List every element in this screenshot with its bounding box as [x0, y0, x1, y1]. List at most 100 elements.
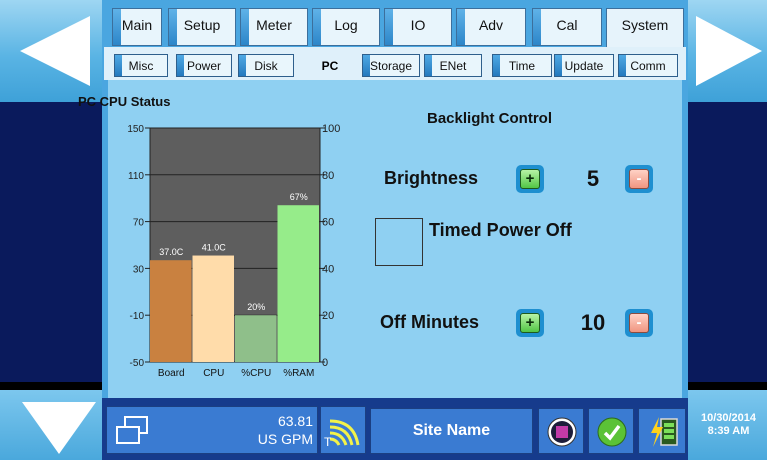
subtab-power[interactable]: Power — [176, 54, 232, 77]
signal-strength-icon — [329, 419, 360, 446]
subtab-time[interactable]: Time — [492, 54, 552, 77]
left-tick-label: 70 — [133, 218, 145, 229]
flow-value: 63.81 — [277, 413, 313, 429]
right-tick-label: 0 — [322, 357, 328, 369]
subtab-label: Comm — [630, 59, 666, 73]
flow-unit: US GPM — [257, 431, 313, 447]
subtab-label: Power — [186, 59, 221, 73]
main-tab-bar: Main Setup Meter Log IO Adv Cal System — [106, 8, 686, 48]
bar-data-label: 20% — [247, 302, 265, 312]
subtab-update[interactable]: Update — [554, 54, 614, 77]
subtab-disk[interactable]: Disk — [238, 54, 294, 77]
subtab-label: Storage — [369, 59, 413, 73]
subtab-storage[interactable]: Storage — [362, 54, 420, 77]
right-tick-label: 20 — [322, 310, 334, 322]
signal-status-button[interactable]: T — [320, 406, 366, 454]
tab-accent — [533, 9, 541, 45]
tab-io[interactable]: IO — [384, 8, 452, 46]
tab-label: Setup — [183, 17, 221, 33]
back-arrow-button[interactable] — [14, 12, 94, 90]
tab-main[interactable]: Main — [112, 8, 162, 46]
sub-tab-bar: Misc Power Disk PC Storage ENet Time Update Comm — [104, 47, 686, 80]
left-tick-label: 30 — [133, 264, 145, 275]
category-label: %RAM — [283, 368, 314, 379]
subtab-misc[interactable]: Misc — [114, 54, 168, 77]
left-spacer — [0, 102, 102, 382]
date-text: 10/30/2014 — [700, 412, 757, 424]
tab-label: IO — [410, 17, 426, 33]
down-arrow-button[interactable] — [16, 394, 100, 456]
right-tick-label: 40 — [322, 263, 334, 275]
backlight-title: Backlight Control — [427, 110, 553, 127]
battery-charging-icon — [651, 417, 678, 447]
bar-data-label: 37.0C — [159, 247, 184, 257]
tab-cal[interactable]: Cal — [532, 8, 602, 46]
tab-adv[interactable]: Adv — [456, 8, 526, 46]
plus-icon: + — [520, 169, 540, 189]
category-label: CPU — [203, 368, 224, 379]
subtab-label: Update — [564, 59, 604, 73]
subtab-accent — [493, 55, 500, 76]
time-text: 8:39 AM — [707, 425, 750, 437]
subtab-accent — [555, 55, 562, 76]
tab-label: Cal — [556, 17, 578, 33]
tab-label: Meter — [256, 17, 292, 33]
subtab-enet[interactable]: ENet — [424, 54, 482, 77]
forward-arrow-button[interactable] — [692, 12, 764, 90]
off-minutes-label: Off Minutes — [380, 312, 479, 332]
signal-label: T — [324, 435, 332, 449]
tab-accent — [385, 9, 393, 45]
subtab-accent — [363, 55, 370, 76]
left-tick-label: -10 — [130, 311, 145, 322]
flow-readout[interactable]: 63.81 US GPM — [106, 406, 318, 454]
off-minutes-increase-button[interactable]: + — [516, 309, 544, 337]
left-column — [0, 0, 102, 460]
date-time-display: 10/30/2014 8:39 AM — [690, 404, 767, 454]
subtab-accent — [115, 55, 122, 76]
power-status-button[interactable] — [638, 408, 686, 454]
left-tick-label: 110 — [128, 171, 144, 182]
right-spacer — [688, 102, 767, 382]
subtab-label: ENet — [439, 59, 467, 73]
subtab-label: Misc — [128, 59, 154, 73]
right-tick-label: 100 — [322, 123, 340, 135]
subtab-accent — [425, 55, 432, 76]
cpu-status-chart: 150 110 70 30 -10 -50 100 80 60 40 20 0 37.0C Board 41… — [127, 123, 340, 379]
category-label: Board — [158, 368, 185, 379]
tab-accent — [241, 9, 249, 45]
screen: Main Setup Meter Log IO Adv Cal System Misc Powe… — [0, 0, 767, 460]
minus-icon: - — [629, 313, 649, 333]
brightness-decrease-button[interactable]: - — [625, 165, 653, 193]
right-tick-label: 80 — [322, 170, 334, 182]
tab-label: System — [621, 17, 669, 33]
tab-system[interactable]: System — [606, 8, 684, 48]
tab-meter[interactable]: Meter — [240, 8, 308, 46]
status-ok-button[interactable] — [588, 408, 634, 454]
tab-log[interactable]: Log — [312, 8, 380, 46]
bar-data-label: 41.0C — [202, 243, 227, 253]
checkmark-icon — [597, 417, 627, 447]
site-name-button[interactable]: Site Name — [370, 408, 533, 454]
subtab-label: Time — [508, 59, 536, 73]
timed-power-off-checkbox[interactable] — [375, 218, 423, 266]
brightness-increase-button[interactable]: + — [516, 165, 544, 193]
tab-label: Log — [334, 17, 358, 33]
stop-icon — [547, 417, 577, 447]
stop-button[interactable] — [538, 408, 584, 454]
bar-data-label: 67% — [290, 192, 308, 202]
tab-setup[interactable]: Setup — [168, 8, 236, 46]
display-windows-icon — [116, 416, 148, 444]
left-tick-label: 150 — [127, 124, 144, 135]
right-column — [688, 0, 767, 460]
right-tick-label: 60 — [322, 217, 334, 229]
timed-power-off-label: Timed Power Off — [429, 220, 572, 240]
category-label: %CPU — [241, 368, 271, 379]
subtab-comm[interactable]: Comm — [618, 54, 678, 77]
subtab-accent — [619, 55, 626, 76]
subtab-pc[interactable]: PC — [300, 52, 360, 80]
minus-icon: - — [629, 169, 649, 189]
bar-pct-ram — [277, 205, 319, 362]
off-minutes-decrease-button[interactable]: - — [625, 309, 653, 337]
subtab-accent — [239, 55, 246, 76]
brightness-value: 5 — [586, 166, 600, 191]
